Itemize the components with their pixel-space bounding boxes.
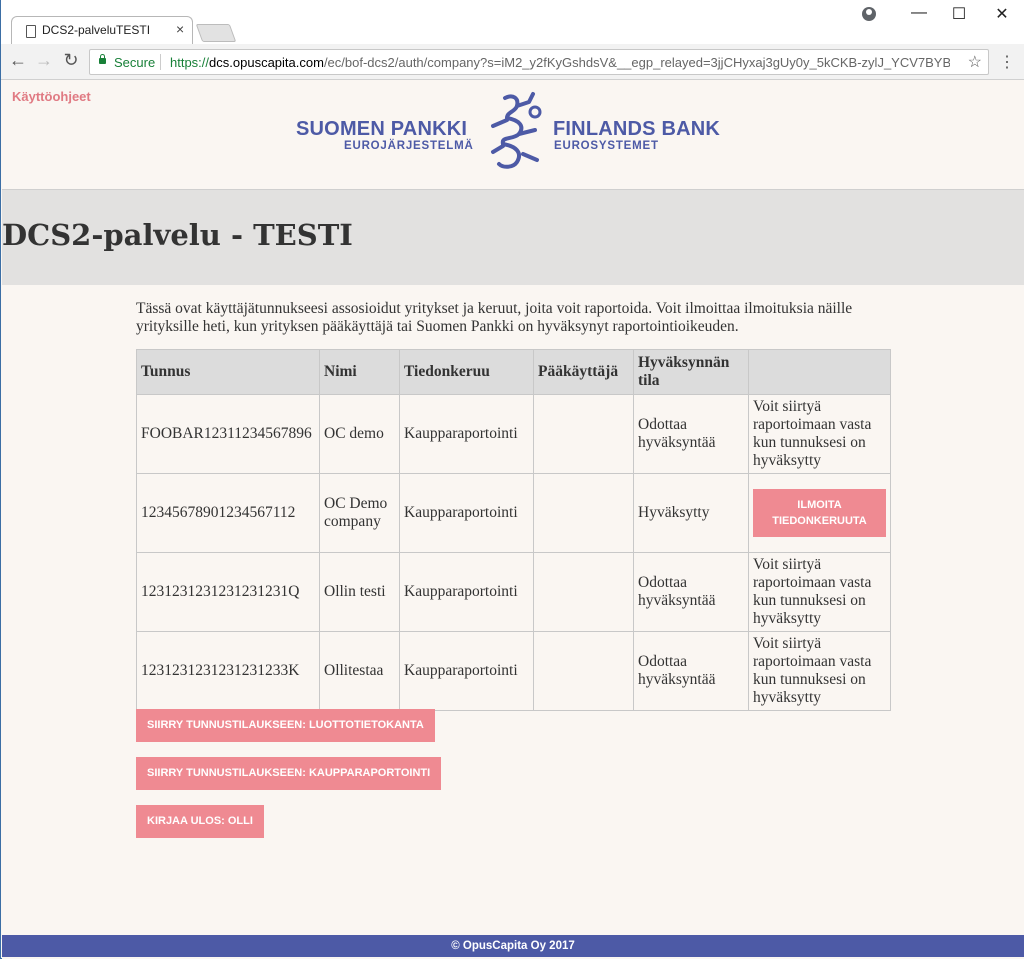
forward-icon[interactable]: →	[33, 50, 55, 71]
logo-sv-name: FINLANDS BANK	[553, 118, 721, 140]
cell-tunnus: 1231231231231231231Q	[136, 552, 320, 632]
logout-button[interactable]: KIRJAA ULOS: OLLI	[136, 805, 264, 838]
cell-paakayttaja	[533, 394, 634, 474]
cell-tila: Odottaa hyväksyntää	[633, 394, 749, 474]
cell-paakayttaja	[533, 552, 634, 632]
cell-action: ILMOITA TIEDONKERUUTA	[748, 473, 891, 553]
tab-bar: DCS2-palveluTESTI × — ☐ ✕	[1, 0, 1024, 44]
account-icon[interactable]	[862, 7, 876, 21]
column-header-nimi: Nimi	[319, 349, 400, 395]
logo-fi-sub: EUROJÄRJESTELMÄ	[344, 140, 474, 152]
column-header-action	[748, 349, 891, 395]
companies-table: Tunnus Nimi Tiedonkeruu Pääkäyttäjä Hyvä…	[136, 349, 891, 711]
cell-tunnus: 1231231231231231233K	[136, 631, 320, 711]
table-row: 1231231231231231231Q Ollin testi Kauppar…	[136, 552, 891, 632]
cell-tiedonkeruu: Kaupparaportointi	[399, 631, 534, 711]
url-text[interactable]: https://dcs.opuscapita.com/ec/bof-dcs2/a…	[170, 55, 950, 70]
reload-icon[interactable]: ↻	[60, 50, 82, 71]
new-tab-button[interactable]	[195, 24, 237, 42]
secure-label: Secure	[114, 55, 156, 70]
star-icon[interactable]: ☆	[968, 52, 982, 72]
page-title: DCS2-palvelu - TESTI	[2, 218, 353, 252]
url-scheme: https://	[170, 55, 210, 70]
page-content: Käyttöohjeet SUOMEN PANKKI EUROJÄRJESTEL…	[2, 80, 1024, 959]
column-header-tiedonkeruu: Tiedonkeruu	[399, 349, 534, 395]
cell-action-note: Voit siirtyä raportoimaan vasta kun tunn…	[748, 631, 891, 711]
cell-paakayttaja	[533, 473, 634, 553]
table-row: 12345678901234567112 OC Demo company Kau…	[136, 473, 891, 553]
cell-tila: Hyväksytty	[633, 473, 749, 553]
cell-tiedonkeruu: Kaupparaportointi	[399, 394, 534, 474]
column-header-tila: Hyväksynnän tila	[633, 349, 749, 395]
browser-toolbar: ← → ↻ Secure https://dcs.opuscapita.com/…	[1, 44, 1024, 80]
minimize-icon[interactable]: —	[907, 4, 931, 22]
tab-title: DCS2-palveluTESTI	[42, 23, 151, 37]
table-row: 1231231231231231233K Ollitestaa Kauppara…	[136, 631, 891, 711]
intro-text: Tässä ovat käyttäjätunnukseesi assosioid…	[136, 300, 853, 335]
cell-action-note: Voit siirtyä raportoimaan vasta kun tunn…	[748, 394, 891, 474]
column-header-tunnus: Tunnus	[136, 349, 320, 395]
footer: © OpusCapita Oy 2017	[2, 935, 1024, 957]
cell-nimi: Ollitestaa	[319, 631, 400, 711]
address-separator	[160, 54, 161, 70]
browser-tab[interactable]: DCS2-palveluTESTI ×	[11, 16, 193, 44]
cell-tiedonkeruu: Kaupparaportointi	[399, 473, 534, 553]
cell-tila: Odottaa hyväksyntää	[633, 552, 749, 632]
lion-emblem-icon	[491, 92, 542, 169]
bank-logo: SUOMEN PANKKI EUROJÄRJESTELMÄ FINLANDS B…	[296, 90, 736, 174]
maximize-icon[interactable]: ☐	[947, 4, 971, 24]
browser-window: DCS2-palveluTESTI × — ☐ ✕ ← → ↻ Secure h…	[0, 0, 1024, 959]
lock-icon	[99, 54, 106, 64]
cell-tiedonkeruu: Kaupparaportointi	[399, 552, 534, 632]
cell-nimi: Ollin testi	[319, 552, 400, 632]
url-host: dcs.opuscapita.com	[209, 55, 324, 70]
cell-action-note: Voit siirtyä raportoimaan vasta kun tunn…	[748, 552, 891, 632]
order-luottotieto-button[interactable]: SIIRRY TUNNUSTILAUKSEEN: LUOTTOTIETOKANT…	[136, 709, 435, 742]
url-path: /ec/bof-dcs2/auth/company?s=iM2_y2fKyGsh…	[323, 55, 950, 70]
back-icon[interactable]: ←	[7, 50, 29, 71]
address-bar[interactable]: Secure https://dcs.opuscapita.com/ec/bof…	[89, 49, 989, 75]
table-header-row: Tunnus Nimi Tiedonkeruu Pääkäyttäjä Hyvä…	[136, 349, 891, 395]
help-link[interactable]: Käyttöohjeet	[12, 89, 91, 104]
close-icon[interactable]: ✕	[990, 4, 1014, 24]
cell-tunnus: 12345678901234567112	[136, 473, 320, 553]
cell-tila: Odottaa hyväksyntää	[633, 631, 749, 711]
logo-sv-sub: EUROSYSTEMET	[554, 140, 659, 152]
cell-nimi: OC Demo company	[319, 473, 400, 553]
tab-close-icon[interactable]: ×	[176, 21, 184, 37]
report-collection-button[interactable]: ILMOITA TIEDONKERUUTA	[753, 489, 886, 537]
logo-fi-name: SUOMEN PANKKI	[296, 118, 468, 140]
order-kauppa-button[interactable]: SIIRRY TUNNUSTILAUKSEEN: KAUPPARAPORTOIN…	[136, 757, 442, 790]
page-icon	[26, 25, 36, 38]
cell-nimi: OC demo	[319, 394, 400, 474]
cell-tunnus: FOOBAR12311234567896	[136, 394, 320, 474]
column-header-paakayttaja: Pääkäyttäjä	[533, 349, 634, 395]
table-row: FOOBAR12311234567896 OC demo Kaupparapor…	[136, 394, 891, 474]
title-band: DCS2-palvelu - TESTI	[2, 189, 1024, 285]
menu-icon[interactable]: ⋮	[999, 52, 1015, 72]
cell-paakayttaja	[533, 631, 634, 711]
